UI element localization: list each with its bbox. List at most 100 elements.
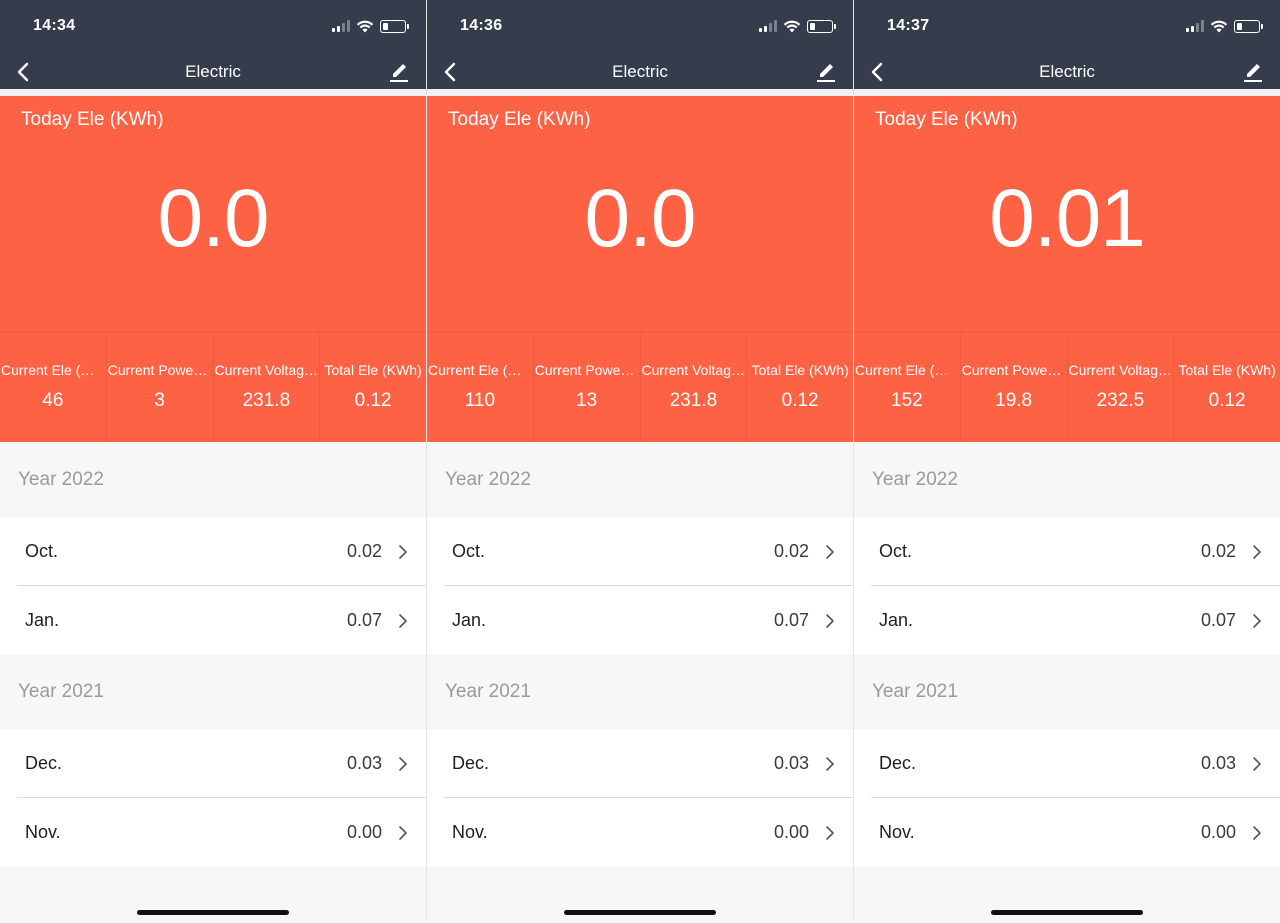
battery-level-fill: [1237, 22, 1242, 30]
metric-current-voltage: Current Voltage (V) 231.8: [214, 332, 321, 442]
month-row[interactable]: Oct. 0.02: [0, 517, 426, 586]
month-row[interactable]: Nov. 0.00: [0, 798, 426, 867]
chevron-right-icon: [399, 825, 407, 840]
metric-value: 46: [42, 390, 64, 411]
wifi-icon: [783, 20, 801, 33]
signal-bar: [1201, 20, 1204, 32]
signal-bar: [759, 28, 762, 32]
status-icons: [1186, 19, 1263, 33]
page-title: Electric: [185, 62, 241, 81]
signal-bar: [769, 23, 772, 32]
battery-low-icon: [807, 19, 836, 33]
month-row[interactable]: Dec. 0.03: [0, 729, 426, 798]
metrics-strip: Current Ele (mA) 110 Current Power (W) 1…: [427, 331, 853, 442]
wifi-icon: [1210, 20, 1228, 33]
month-row[interactable]: Oct. 0.02: [427, 517, 853, 586]
chevron-right-icon: [826, 756, 834, 771]
today-energy-label: Today Ele (KWh): [448, 109, 591, 130]
metric-label: Current Power (W): [961, 362, 1067, 378]
month-value: 0.03: [346, 753, 382, 773]
metric-label: Current Voltage (V): [214, 362, 320, 378]
metric-value: 3: [154, 390, 165, 411]
metric-value: 231.8: [242, 390, 291, 411]
signal-bar: [332, 28, 335, 32]
status-time: 14:37: [887, 17, 930, 34]
month-row[interactable]: Dec. 0.03: [854, 729, 1280, 798]
month-name: Nov.: [879, 822, 915, 842]
battery-low-icon: [1234, 19, 1263, 33]
chevron-right-icon: [1253, 825, 1261, 840]
chevron-right-icon: [826, 825, 834, 840]
signal-bar: [764, 26, 767, 32]
month-value: 0.07: [346, 610, 382, 630]
signal-bar: [774, 20, 777, 32]
month-name: Jan.: [879, 610, 914, 630]
metric-value: 110: [464, 390, 496, 411]
top-bar-gap: [854, 89, 1280, 96]
metric-value: 19.8: [995, 390, 1033, 411]
cellular-signal-icon: [759, 20, 777, 32]
top-bar: 14:37 Electric: [854, 0, 1280, 89]
month-row[interactable]: Jan. 0.07: [427, 586, 853, 655]
cellular-signal-icon: [332, 20, 350, 32]
home-indicator[interactable]: [137, 910, 289, 915]
metric-label: Current Power (W): [107, 362, 213, 378]
metric-total-ele: Total Ele (KWh) 0.12: [1174, 332, 1280, 442]
chevron-right-icon: [1253, 544, 1261, 559]
metric-value: 0.12: [781, 390, 819, 411]
today-energy-value: 0.01: [989, 173, 1146, 264]
month-value: 0.07: [1200, 610, 1236, 630]
year-header: Year 2022: [854, 442, 1280, 517]
month-row[interactable]: Nov. 0.00: [427, 798, 853, 867]
metric-current-ele: Current Ele (mA) 152: [854, 332, 961, 442]
phone-screen: 14:36 Electric Today Ele (KWh) 0.0 Curre…: [427, 0, 853, 923]
month-value: 0.02: [1200, 541, 1236, 561]
cellular-signal-icon: [1186, 20, 1204, 32]
top-bar-gap: [0, 89, 426, 96]
month-name: Dec.: [452, 753, 490, 773]
month-list: Dec. 0.03 Nov. 0.00: [854, 729, 1280, 867]
battery-low-icon: [380, 19, 409, 33]
signal-bar: [337, 26, 340, 32]
year-header: Year 2021: [854, 655, 1280, 729]
signal-bar: [347, 20, 350, 32]
battery-level-fill: [383, 22, 388, 30]
screenshots-row: 14:34 Electric Today Ele (KWh) 0.0 Curre…: [0, 0, 1280, 923]
pencil-icon[interactable]: [1242, 60, 1264, 84]
signal-bar: [1191, 26, 1194, 32]
pencil-icon[interactable]: [815, 60, 837, 84]
year-header: Year 2021: [0, 655, 426, 729]
month-row[interactable]: Oct. 0.02: [854, 517, 1280, 586]
month-list: Oct. 0.02 Jan. 0.07: [0, 517, 426, 655]
month-value: 0.02: [773, 541, 809, 561]
month-list: Oct. 0.02 Jan. 0.07: [427, 517, 853, 655]
home-indicator[interactable]: [564, 910, 716, 915]
metric-value: 231.8: [669, 390, 718, 411]
metric-current-power: Current Power (W) 13: [534, 332, 641, 442]
chevron-right-icon: [399, 613, 407, 628]
month-row[interactable]: Jan. 0.07: [0, 586, 426, 655]
phone-screen: 14:34 Electric Today Ele (KWh) 0.0 Curre…: [0, 0, 426, 923]
today-energy-panel: Today Ele (KWh) 0.0: [427, 96, 853, 331]
today-energy-label: Today Ele (KWh): [875, 109, 1018, 130]
month-row[interactable]: Jan. 0.07: [854, 586, 1280, 655]
month-list: Oct. 0.02 Jan. 0.07: [854, 517, 1280, 655]
metric-value: 232.5: [1096, 390, 1145, 411]
home-indicator[interactable]: [991, 910, 1143, 915]
metric-value: 152: [891, 390, 923, 411]
month-name: Oct.: [25, 541, 59, 561]
metric-label: Current Voltage (V): [641, 362, 747, 378]
today-energy-value: 0.0: [584, 173, 697, 264]
month-name: Jan.: [25, 610, 60, 630]
pencil-icon[interactable]: [388, 60, 410, 84]
metric-current-voltage: Current Voltage (V) 231.8: [641, 332, 748, 442]
month-name: Oct.: [452, 541, 486, 561]
year-header: Year 2022: [0, 442, 426, 517]
metric-current-voltage: Current Voltage (V) 232.5: [1068, 332, 1175, 442]
today-energy-panel: Today Ele (KWh) 0.01: [854, 96, 1280, 331]
today-energy-label: Today Ele (KWh): [21, 109, 164, 130]
today-energy-value: 0.0: [157, 173, 270, 264]
month-row[interactable]: Nov. 0.00: [854, 798, 1280, 867]
metric-current-ele: Current Ele (mA) 46: [0, 332, 107, 442]
month-row[interactable]: Dec. 0.03: [427, 729, 853, 798]
